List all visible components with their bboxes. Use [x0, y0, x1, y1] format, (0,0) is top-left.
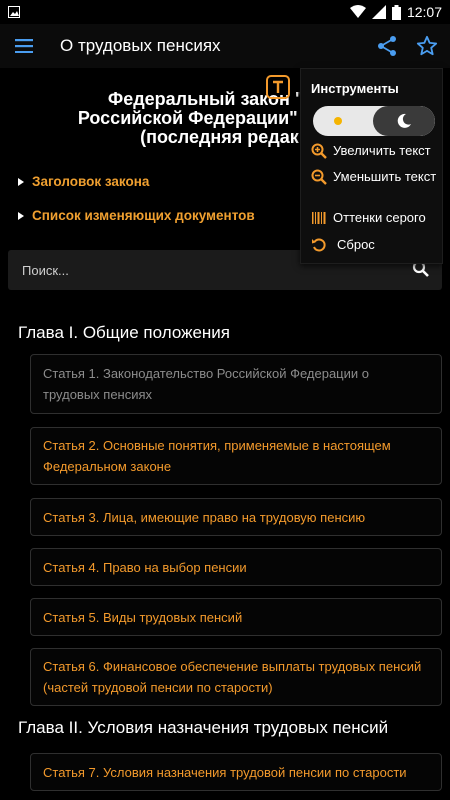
- text-format-icon: [266, 75, 290, 99]
- chapter-heading: Глава I. Общие положения: [18, 323, 231, 342]
- sun-icon: [331, 114, 345, 133]
- share-icon: [378, 36, 396, 56]
- tools-menu: Инструменты Увеличить текст Уменьшить те…: [300, 68, 443, 264]
- menu-item-zoom-out[interactable]: Уменьшить текст: [311, 169, 437, 185]
- chapter-heading: Глава II. Условия назначения трудовых пе…: [18, 718, 389, 737]
- zoom-in-icon: [311, 143, 327, 159]
- moon-icon: [397, 113, 411, 128]
- star-icon: [416, 35, 438, 56]
- barcode-icon: [312, 212, 326, 224]
- toggle-knob-dark: [373, 106, 435, 136]
- text-tools-badge[interactable]: [264, 73, 292, 101]
- expand-triangle-icon: [18, 177, 24, 186]
- menu-item-reset[interactable]: Сброс: [311, 237, 375, 253]
- signal-icon: [371, 5, 386, 19]
- fold-amending-documents[interactable]: Список изменяющих документов: [18, 208, 255, 223]
- article-item[interactable]: Статья 6. Финансовое обеспечение выплаты…: [30, 648, 442, 706]
- reset-icon: [312, 238, 326, 252]
- fold-law-header[interactable]: Заголовок закона: [18, 174, 149, 189]
- article-item[interactable]: Статья 1. Законодательство Российской Фе…: [30, 354, 442, 414]
- favorite-button[interactable]: [412, 31, 442, 61]
- menu-item-grayscale[interactable]: Оттенки серого: [311, 210, 426, 226]
- theme-toggle[interactable]: [313, 106, 435, 136]
- article-item[interactable]: Статья 7. Условия назначения трудовой пе…: [30, 753, 442, 791]
- battery-icon: [391, 4, 401, 20]
- share-button[interactable]: [372, 31, 402, 61]
- status-bar: 12:07: [0, 0, 450, 24]
- expand-triangle-icon: [18, 211, 24, 220]
- article-item[interactable]: Статья 2. Основные понятия, применяемые …: [30, 427, 442, 485]
- menu-item-zoom-in[interactable]: Увеличить текст: [311, 143, 431, 159]
- menu-button[interactable]: [0, 24, 48, 68]
- hamburger-icon: [15, 39, 33, 53]
- article-item[interactable]: Статья 4. Право на выбор пенсии: [30, 548, 442, 586]
- app-toolbar: О трудовых пенсиях: [0, 24, 450, 68]
- status-time: 12:07: [406, 4, 442, 20]
- search-input[interactable]: [22, 262, 382, 278]
- gallery-notification-icon: [8, 6, 20, 18]
- article-item[interactable]: Статья 3. Лица, имеющие право на трудову…: [30, 498, 442, 536]
- tools-menu-title: Инструменты: [311, 81, 399, 96]
- article-item[interactable]: Статья 5. Виды трудовых пенсий: [30, 598, 442, 636]
- zoom-out-icon: [311, 169, 327, 185]
- wifi-icon: [349, 5, 366, 19]
- toolbar-title: О трудовых пенсиях: [60, 36, 221, 55]
